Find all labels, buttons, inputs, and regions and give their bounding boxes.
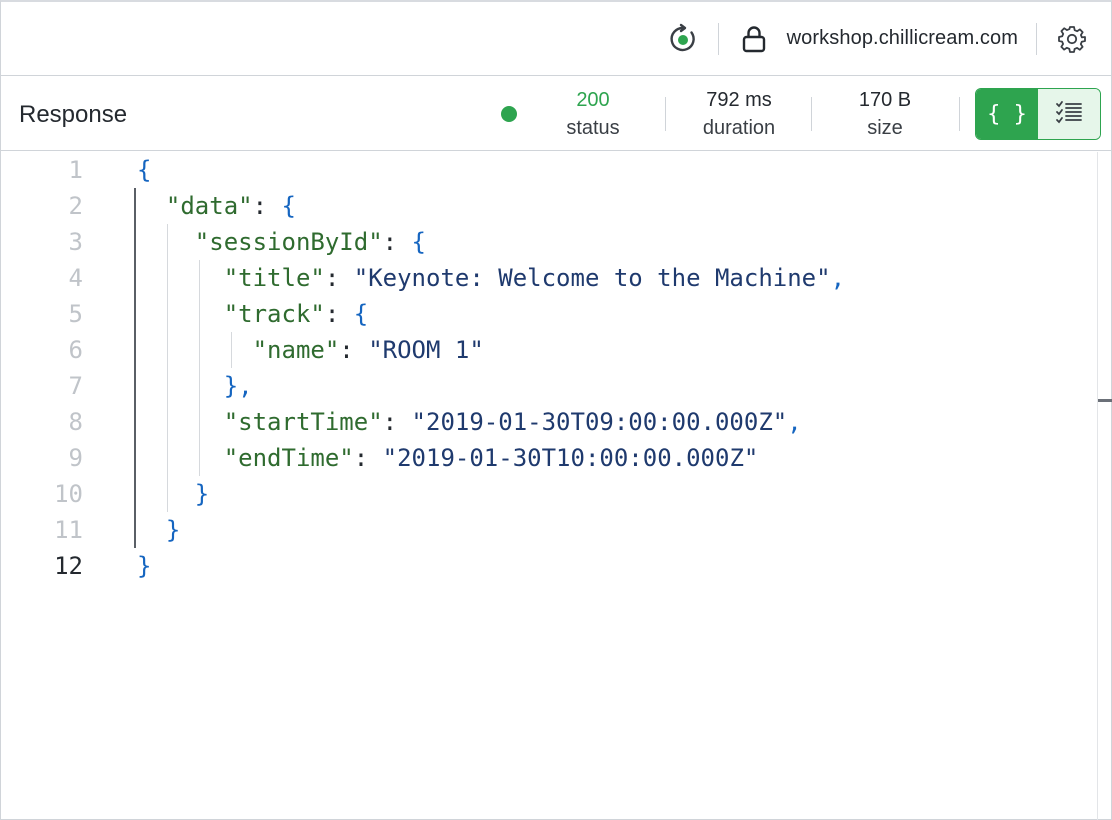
json-response-editor[interactable]: 1{2 "data": {3 "sessionById": {4 "title"… <box>1 152 1097 820</box>
code-text: "startTime": "2019-01-30T09:00:00.000Z", <box>137 404 802 440</box>
separator <box>717 22 719 55</box>
separator <box>959 97 960 131</box>
code-token: "track" <box>137 300 325 328</box>
code-text: } <box>137 548 151 584</box>
code-text: { <box>137 152 151 188</box>
code-line: 7 }, <box>1 368 1091 404</box>
code-line: 3 "sessionById": { <box>1 224 1091 260</box>
endpoint-url: workshop.chillicream.com <box>786 27 1018 49</box>
code-token: "data" <box>137 192 253 220</box>
list-view-icon <box>1054 99 1084 130</box>
code-text: } <box>137 476 209 512</box>
code-token: "2019-01-30T10:00:00.000Z" <box>382 444 759 472</box>
code-line: 2 "data": { <box>1 188 1091 224</box>
view-toggle: { } <box>975 88 1101 140</box>
separator <box>665 97 666 131</box>
code-token: "sessionById" <box>137 228 383 256</box>
size-label: size <box>867 117 903 139</box>
separator <box>1036 22 1037 55</box>
code-line: 4 "title": "Keynote: Welcome to the Mach… <box>1 260 1091 296</box>
code-line: 8 "startTime": "2019-01-30T09:00:00.000Z… <box>1 404 1091 440</box>
line-number: 2 <box>68 192 83 220</box>
code-line: 9 "endTime": "2019-01-30T10:00:00.000Z" <box>1 440 1091 476</box>
code-token: { <box>353 300 369 328</box>
connection-bar: workshop.chillicream.com <box>1 2 1111 76</box>
code-text: "data": { <box>137 188 296 224</box>
code-text: "track": { <box>137 296 369 332</box>
duration-stat: 792 ms duration <box>679 87 799 143</box>
code-token: } <box>137 516 181 544</box>
scrollbar-marker <box>1098 399 1112 402</box>
code-token: "Keynote: Welcome to the Machine" <box>353 264 831 292</box>
code-line: 5 "track": { <box>1 296 1091 332</box>
code-token: } <box>137 552 152 580</box>
code-token: "title" <box>137 264 325 292</box>
lock-icon <box>737 22 771 56</box>
line-number: 3 <box>68 228 83 256</box>
code-token: } <box>137 480 210 508</box>
code-token: "startTime" <box>137 408 383 436</box>
code-line: 6 "name": "ROOM 1" <box>1 332 1091 368</box>
status-label: status <box>566 117 620 139</box>
duration-value: 792 ms <box>706 89 772 111</box>
code-text: } <box>137 512 180 548</box>
line-number: 6 <box>68 336 83 364</box>
editor-scrollbar[interactable] <box>1097 152 1098 820</box>
code-token: : <box>382 408 412 436</box>
line-number: 8 <box>68 408 83 436</box>
size-stat: 170 B size <box>825 87 945 143</box>
line-number: 11 <box>54 516 83 544</box>
response-panel: workshop.chillicream.com Response 200 st… <box>0 0 1112 820</box>
separator <box>811 97 812 131</box>
status-stat: 200 status <box>533 87 653 143</box>
code-text: "name": "ROOM 1" <box>137 332 484 368</box>
code-token: : <box>339 336 369 364</box>
code-token: { <box>281 192 296 220</box>
tree-view-button[interactable] <box>1038 89 1100 139</box>
code-token: { <box>137 156 152 184</box>
code-token: "2019-01-30T09:00:00.000Z" <box>411 408 788 436</box>
code-token: , <box>787 408 802 436</box>
code-token: : <box>382 228 412 256</box>
status-code: 200 <box>576 89 610 111</box>
line-number: 1 <box>68 156 83 184</box>
code-token: "endTime" <box>137 444 354 472</box>
code-token: }, <box>137 372 253 400</box>
line-number: 12 <box>54 552 83 580</box>
duration-label: duration <box>702 117 776 139</box>
code-token: { <box>411 228 426 256</box>
code-line: 10 } <box>1 476 1091 512</box>
code-text: "title": "Keynote: Welcome to the Machin… <box>137 260 845 296</box>
code-text: "sessionById": { <box>137 224 426 260</box>
code-text: "endTime": "2019-01-30T10:00:00.000Z" <box>137 440 759 476</box>
json-view-button[interactable]: { } <box>976 89 1038 139</box>
url-display[interactable]: workshop.chillicream.com <box>737 22 1018 56</box>
gear-icon[interactable] <box>1055 22 1089 56</box>
code-token: "ROOM 1" <box>368 336 484 364</box>
line-number: 10 <box>54 480 83 508</box>
line-number: 7 <box>68 372 83 400</box>
code-token: : <box>252 192 282 220</box>
line-number: 4 <box>68 264 83 292</box>
status-indicator <box>501 106 517 122</box>
code-token: : <box>324 300 354 328</box>
refresh-status-icon[interactable] <box>666 22 700 56</box>
response-header: Response 200 status 792 ms duration 170 … <box>1 77 1111 151</box>
line-number: 5 <box>68 300 83 328</box>
code-token: : <box>324 264 354 292</box>
size-value: 170 B <box>858 89 912 111</box>
code-line: 11 } <box>1 512 1091 548</box>
code-token: : <box>353 444 383 472</box>
code-token: "name" <box>137 336 340 364</box>
code-text: }, <box>137 368 253 404</box>
page-title: Response <box>19 101 128 128</box>
code-line: 1{ <box>1 152 1091 188</box>
line-number: 9 <box>68 444 83 472</box>
code-line: 12} <box>1 548 1091 584</box>
code-token: , <box>830 264 846 292</box>
